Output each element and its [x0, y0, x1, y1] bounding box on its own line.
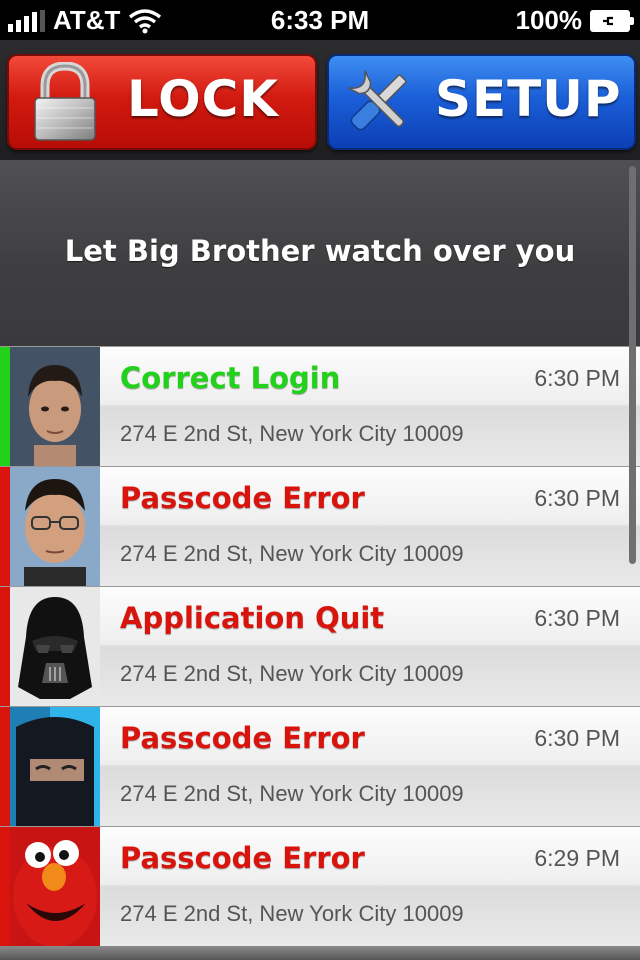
- tagline-text: Let Big Brother watch over you: [64, 234, 576, 268]
- wrench-screwdriver-icon: [347, 70, 407, 131]
- list-item[interactable]: Application Quit 6:30 PM 274 E 2nd St, N…: [0, 586, 640, 706]
- event-title: Application Quit: [120, 601, 385, 635]
- padlock-icon: [34, 62, 96, 141]
- list-item[interactable]: Correct Login 6:30 PM 274 E 2nd St, New …: [0, 346, 640, 466]
- setup-button[interactable]: SETUP: [327, 54, 636, 150]
- event-title: Passcode Error: [120, 721, 365, 755]
- event-time: 6:30 PM: [534, 365, 620, 391]
- event-address: 274 E 2nd St, New York City 10009: [120, 421, 464, 446]
- status-bar: AT&T 6:33 PM 100%: [0, 0, 640, 40]
- status-indicator-strip: [0, 347, 10, 466]
- status-indicator-strip: [0, 707, 10, 826]
- event-time: 6:29 PM: [534, 845, 620, 871]
- lock-button[interactable]: LOCK: [7, 54, 317, 150]
- avatar: [10, 587, 100, 706]
- event-address: 274 E 2nd St, New York City 10009: [120, 901, 464, 926]
- list-item[interactable]: Passcode Error 6:29 PM 274 E 2nd St, New…: [0, 826, 640, 946]
- event-title: Passcode Error: [120, 841, 365, 875]
- status-indicator-strip: [0, 827, 10, 946]
- avatar: [10, 707, 100, 826]
- tagline-panel: Let Big Brother watch over you: [0, 160, 640, 346]
- battery-charging-icon: [590, 9, 634, 32]
- avatar: [10, 467, 100, 586]
- lock-button-label: LOCK: [127, 70, 280, 128]
- list-item[interactable]: Passcode Error 6:30 PM 274 E 2nd St, New…: [0, 706, 640, 826]
- action-toolbar: LOCK SETUP: [0, 40, 640, 160]
- event-title: Passcode Error: [120, 481, 365, 515]
- avatar: [10, 827, 100, 946]
- event-address: 274 E 2nd St, New York City 10009: [120, 661, 464, 686]
- event-time: 6:30 PM: [534, 485, 620, 511]
- event-address: 274 E 2nd St, New York City 10009: [120, 541, 464, 566]
- battery-group: 100%: [515, 5, 634, 36]
- avatar: [10, 347, 100, 466]
- event-time: 6:30 PM: [534, 725, 620, 751]
- event-title: Correct Login: [120, 361, 341, 395]
- setup-button-label: SETUP: [435, 70, 622, 128]
- event-time: 6:30 PM: [534, 605, 620, 631]
- status-indicator-strip: [0, 587, 10, 706]
- event-address: 274 E 2nd St, New York City 10009: [120, 781, 464, 806]
- next-list-item-edge: [0, 946, 640, 960]
- event-log-list[interactable]: Correct Login 6:30 PM 274 E 2nd St, New …: [0, 346, 640, 960]
- list-item[interactable]: Passcode Error 6:30 PM 274 E 2nd St, New…: [0, 466, 640, 586]
- status-indicator-strip: [0, 467, 10, 586]
- scrollbar[interactable]: [629, 166, 636, 564]
- battery-percent: 100%: [515, 5, 583, 35]
